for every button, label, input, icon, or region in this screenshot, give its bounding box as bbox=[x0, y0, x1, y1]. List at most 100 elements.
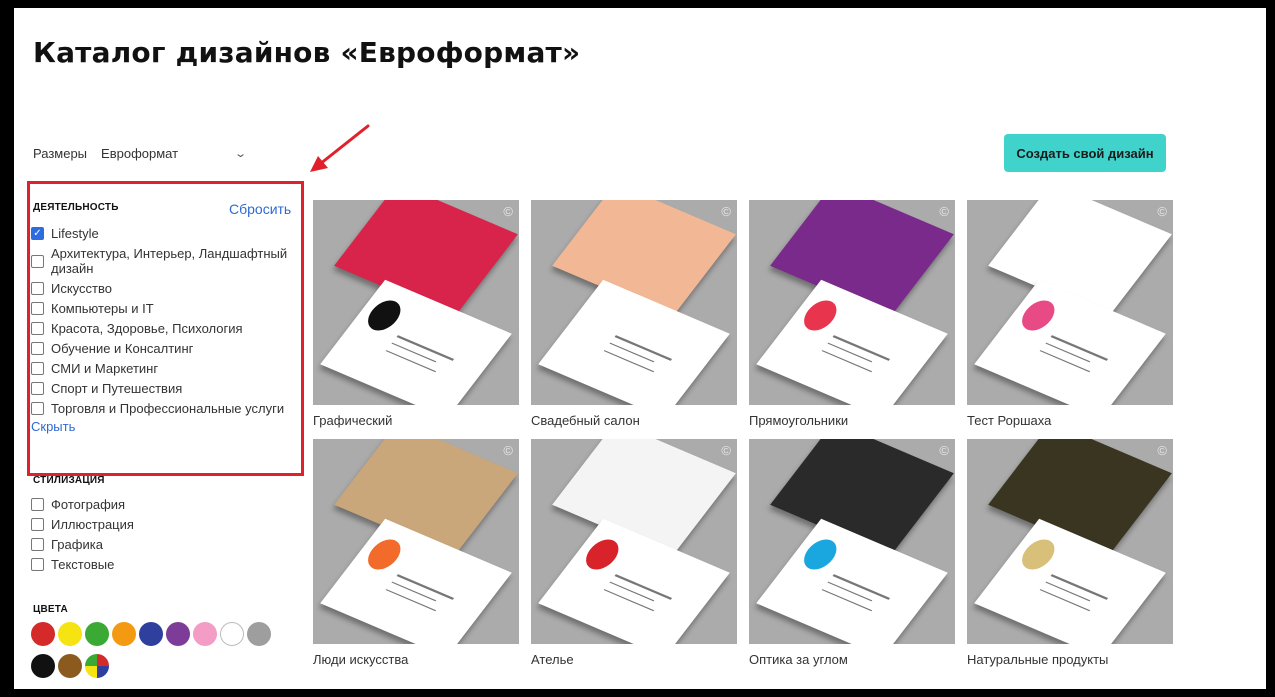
checkbox-icon[interactable] bbox=[31, 402, 44, 415]
color-swatch-purple[interactable] bbox=[166, 622, 190, 646]
card-accent bbox=[1015, 535, 1062, 574]
stylization-option[interactable]: Текстовые bbox=[31, 557, 301, 572]
design-title: Оптика за углом bbox=[749, 652, 848, 667]
activity-option-label: Lifestyle bbox=[51, 226, 99, 241]
design-card[interactable]: © Прямоугольники bbox=[749, 200, 955, 433]
activity-option-label: Обучение и Консалтинг bbox=[51, 341, 194, 356]
activity-option[interactable]: ✓ Lifestyle bbox=[31, 226, 301, 241]
checkbox-icon[interactable] bbox=[31, 255, 44, 268]
checkbox-checked-icon[interactable]: ✓ bbox=[31, 227, 44, 240]
text-line bbox=[821, 350, 873, 373]
color-swatch-white[interactable] bbox=[220, 622, 244, 646]
text-line bbox=[1045, 342, 1091, 363]
design-card[interactable]: © Натуральные продукты bbox=[967, 439, 1173, 672]
activity-option[interactable]: Спорт и Путешествия bbox=[31, 381, 301, 396]
design-title: Люди искусства bbox=[313, 652, 409, 667]
stylization-option[interactable]: Графика bbox=[31, 537, 301, 552]
text-line bbox=[391, 581, 437, 602]
text-line bbox=[603, 589, 655, 612]
text-line bbox=[1045, 581, 1091, 602]
activity-option[interactable]: Красота, Здоровье, Психология bbox=[31, 321, 301, 336]
color-swatch-green[interactable] bbox=[85, 622, 109, 646]
checkbox-icon[interactable] bbox=[31, 498, 44, 511]
activity-filter-list: ✓ Lifestyle Архитектура, Интерьер, Ландш… bbox=[31, 226, 301, 434]
text-line bbox=[609, 342, 655, 363]
design-thumbnail[interactable]: © bbox=[313, 439, 519, 644]
color-swatch-gray[interactable] bbox=[247, 622, 271, 646]
design-card[interactable]: © Графический bbox=[313, 200, 519, 433]
design-thumbnail[interactable]: © bbox=[531, 200, 737, 405]
activity-option-label: Компьютеры и IT bbox=[51, 301, 154, 316]
color-swatch-yellow[interactable] bbox=[58, 622, 82, 646]
color-swatch-black[interactable] bbox=[31, 654, 55, 678]
checkbox-icon[interactable] bbox=[31, 518, 44, 531]
checkbox-icon[interactable] bbox=[31, 382, 44, 395]
checkbox-icon[interactable] bbox=[31, 538, 44, 551]
color-swatch-red[interactable] bbox=[31, 622, 55, 646]
design-thumbnail[interactable]: © bbox=[749, 439, 955, 644]
design-title: Свадебный салон bbox=[531, 413, 640, 428]
activity-option[interactable]: СМИ и Маркетинг bbox=[31, 361, 301, 376]
design-card[interactable]: © Ателье bbox=[531, 439, 737, 672]
checkbox-icon[interactable] bbox=[31, 282, 44, 295]
page-frame: Каталог дизайнов «Евроформат» Размеры Ев… bbox=[14, 8, 1266, 689]
design-thumbnail[interactable]: © bbox=[531, 439, 737, 644]
design-card[interactable]: © Тест Роршаха bbox=[967, 200, 1173, 433]
text-line bbox=[827, 581, 873, 602]
card-accent bbox=[797, 535, 844, 574]
size-dropdown[interactable]: Евроформат ⌄ bbox=[101, 146, 248, 161]
activity-option[interactable]: Обучение и Консалтинг bbox=[31, 341, 301, 356]
text-line bbox=[1039, 350, 1091, 373]
activity-option[interactable]: Торговля и Профессиональные услуги bbox=[31, 401, 301, 416]
stylization-filter-list: Фотография Иллюстрация Графика Текстовые bbox=[31, 497, 301, 577]
stylization-option-label: Фотография bbox=[51, 497, 126, 512]
design-thumbnail[interactable]: © bbox=[313, 200, 519, 405]
color-swatch-multicolor[interactable] bbox=[85, 654, 109, 678]
stylization-option-label: Иллюстрация bbox=[51, 517, 134, 532]
activity-option[interactable]: Архитектура, Интерьер, Ландшафтный дизай… bbox=[31, 246, 301, 276]
checkbox-icon[interactable] bbox=[31, 322, 44, 335]
checkbox-icon[interactable] bbox=[31, 342, 44, 355]
copyright-icon: © bbox=[1157, 204, 1167, 219]
stylization-heading: СТИЛИЗАЦИЯ bbox=[33, 475, 105, 486]
hide-filters-link[interactable]: Скрыть bbox=[31, 419, 301, 434]
color-swatch-orange[interactable] bbox=[112, 622, 136, 646]
activity-option[interactable]: Искусство bbox=[31, 281, 301, 296]
colors-heading: ЦВЕТА bbox=[33, 604, 68, 615]
text-line bbox=[821, 589, 873, 612]
design-title: Ателье bbox=[531, 652, 574, 667]
sizes-label: Размеры bbox=[33, 146, 88, 161]
card-front-preview bbox=[320, 518, 512, 644]
activity-option-label: Спорт и Путешествия bbox=[51, 381, 183, 396]
color-swatch-brown[interactable] bbox=[58, 654, 82, 678]
design-thumbnail[interactable]: © bbox=[749, 200, 955, 405]
card-accent bbox=[361, 535, 408, 574]
copyright-icon: © bbox=[721, 443, 731, 458]
stylization-option[interactable]: Фотография bbox=[31, 497, 301, 512]
activity-option[interactable]: Компьютеры и IT bbox=[31, 301, 301, 316]
design-thumbnail[interactable]: © bbox=[967, 439, 1173, 644]
card-front-preview bbox=[538, 518, 730, 644]
stylization-option[interactable]: Иллюстрация bbox=[31, 517, 301, 532]
design-title: Тест Роршаха bbox=[967, 413, 1052, 428]
activity-option-label: Торговля и Профессиональные услуги bbox=[51, 401, 285, 416]
design-title: Прямоугольники bbox=[749, 413, 849, 428]
design-title: Графический bbox=[313, 413, 393, 428]
checkbox-icon[interactable] bbox=[31, 362, 44, 375]
design-card[interactable]: © Оптика за углом bbox=[749, 439, 955, 672]
checkbox-icon[interactable] bbox=[31, 302, 44, 315]
page-title: Каталог дизайнов «Евроформат» bbox=[33, 36, 581, 69]
create-design-button[interactable]: Создать свой дизайн bbox=[1004, 134, 1166, 172]
color-swatch-blue[interactable] bbox=[139, 622, 163, 646]
design-thumbnail[interactable]: © bbox=[967, 200, 1173, 405]
reset-filters-link[interactable]: Сбросить bbox=[229, 201, 291, 217]
checkbox-icon[interactable] bbox=[31, 558, 44, 571]
color-swatch-pink[interactable] bbox=[193, 622, 217, 646]
design-card[interactable]: © Люди искусства bbox=[313, 439, 519, 672]
chevron-down-icon: ⌄ bbox=[234, 148, 248, 160]
activity-option-label: Искусство bbox=[51, 281, 112, 296]
design-card[interactable]: © Свадебный салон bbox=[531, 200, 737, 433]
text-line bbox=[385, 589, 437, 612]
stylization-option-label: Графика bbox=[51, 537, 103, 552]
activity-heading: ДЕЯТЕЛЬНОСТЬ bbox=[33, 202, 119, 213]
